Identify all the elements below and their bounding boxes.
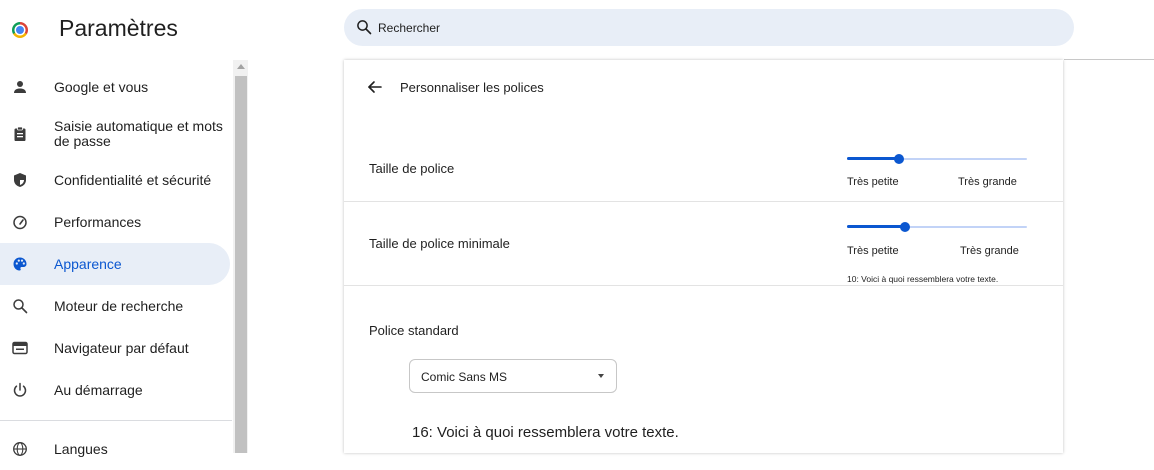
sidebar-item-langues[interactable]: Langues <box>0 428 230 470</box>
standard-font-preview: 16: Voici à quoi ressemblera votre texte… <box>412 424 679 441</box>
person-icon <box>14 81 26 93</box>
browser-icon <box>12 341 28 355</box>
sidebar-item-google-et-vous[interactable]: Google et vous <box>0 66 230 108</box>
settings-card: Personnaliser les polices Taille de poli… <box>344 60 1063 453</box>
page-title: Personnaliser les polices <box>400 80 544 95</box>
sidebar-divider <box>0 420 232 421</box>
search-box[interactable] <box>344 9 1074 46</box>
sidebar-item-navigateur-par-defaut[interactable]: Navigateur par défaut <box>0 327 230 369</box>
sidebar-item-label: Navigateur par défaut <box>54 339 189 356</box>
sidebar: Google et vous Saisie automatique et mot… <box>0 60 232 456</box>
shield-icon <box>14 173 26 187</box>
standard-font-select[interactable]: Comic Sans MS <box>409 359 617 393</box>
header-divider <box>1064 59 1154 60</box>
slider-knob[interactable] <box>900 222 910 232</box>
sidebar-item-label: Confidentialité et sécurité <box>54 171 212 188</box>
standard-font-title: Police standard <box>369 323 459 338</box>
row-divider <box>344 201 1063 202</box>
power-icon <box>13 382 27 397</box>
slider-fill <box>847 157 899 160</box>
clipboard-icon <box>14 126 26 141</box>
font-size-min-label: Très petite <box>847 176 899 188</box>
sidebar-item-label: Langues <box>54 440 108 457</box>
min-font-size-min-label: Très petite <box>847 245 899 257</box>
sidebar-item-moteur-de-recherche[interactable]: Moteur de recherche <box>0 285 230 327</box>
dropdown-caret-icon <box>598 374 604 378</box>
font-size-max-label: Très grande <box>958 176 1017 188</box>
search-icon <box>13 299 28 314</box>
min-font-size-max-label: Très grande <box>960 245 1019 257</box>
font-size-label: Taille de police <box>369 161 455 176</box>
slider-fill <box>847 225 905 228</box>
palette-icon <box>13 257 27 271</box>
back-arrow-icon[interactable] <box>366 78 384 96</box>
globe-icon <box>13 442 27 456</box>
row-divider <box>344 285 1063 286</box>
font-size-slider[interactable] <box>847 154 1027 164</box>
scroll-up-arrow-icon[interactable] <box>237 64 245 69</box>
sidebar-item-performances[interactable]: Performances <box>0 201 230 243</box>
sidebar-item-au-demarrage[interactable]: Au démarrage <box>0 369 230 411</box>
min-font-size-label: Taille de police minimale <box>369 236 510 251</box>
min-font-size-slider[interactable] <box>847 222 1027 232</box>
sidebar-item-confidentialite[interactable]: Confidentialité et sécurité <box>0 159 230 201</box>
min-font-size-preview: 10: Voici à quoi ressemblera votre texte… <box>847 274 999 284</box>
sidebar-item-label: Au démarrage <box>54 381 143 398</box>
search-input[interactable] <box>378 9 978 46</box>
sidebar-item-apparence[interactable]: Apparence <box>0 243 230 285</box>
sidebar-item-saisie-automatique[interactable]: Saisie automatique et mots de passe <box>0 111 230 157</box>
top-bar: Paramètres <box>0 0 1154 60</box>
sidebar-item-label: Apparence <box>54 255 122 272</box>
sidebar-scrollbar[interactable] <box>233 60 248 453</box>
sidebar-item-label: Moteur de recherche <box>54 297 184 314</box>
select-value: Comic Sans MS <box>421 370 508 384</box>
app-title: Paramètres <box>59 15 178 41</box>
sidebar-item-label: Saisie automatique et mots de passe <box>54 118 223 149</box>
chrome-logo-icon <box>12 22 28 38</box>
scroll-thumb[interactable] <box>235 76 247 453</box>
search-icon <box>357 20 372 35</box>
sidebar-item-label: Performances <box>54 213 142 230</box>
speedometer-icon <box>13 215 27 230</box>
slider-knob[interactable] <box>894 154 904 164</box>
sidebar-item-label: Google et vous <box>54 78 149 95</box>
